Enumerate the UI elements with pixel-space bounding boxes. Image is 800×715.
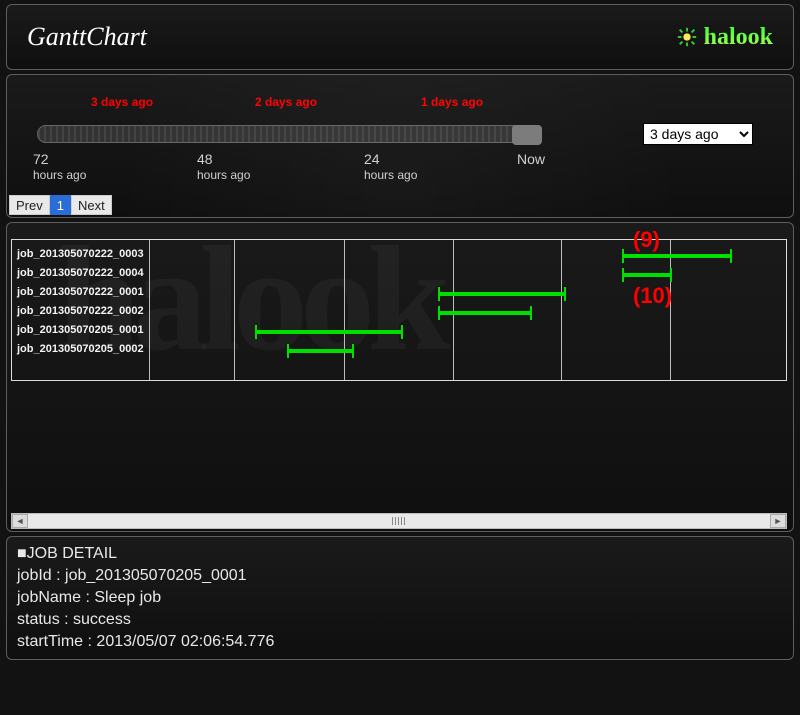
time-slider-track[interactable]: [37, 125, 541, 143]
gantt-bar[interactable]: [287, 349, 354, 353]
time-range-panel: 3 days ago 2 days ago 1 days ago 3 days …: [6, 74, 794, 218]
horizontal-scrollbar[interactable]: ◄ ►: [11, 513, 787, 529]
job-detail-panel: ■JOB DETAIL jobId : job_201305070205_000…: [6, 536, 794, 660]
brand: halook: [676, 24, 773, 51]
pager: Prev 1 Next: [9, 195, 112, 215]
annotation-10: (10): [633, 283, 672, 309]
scroll-left-icon[interactable]: ◄: [12, 514, 28, 528]
detail-jobid: jobId : job_201305070205_0001: [17, 565, 783, 587]
job-label: job_201305070205_0001: [17, 321, 144, 340]
detail-heading: ■JOB DETAIL: [17, 543, 783, 565]
tick-72h: 72hours ago: [33, 151, 113, 182]
tick-48h: 48hours ago: [197, 151, 277, 182]
gantt-bar[interactable]: [622, 254, 732, 258]
gantt-bar[interactable]: [438, 311, 532, 315]
page-1[interactable]: 1: [50, 195, 71, 215]
range-label-2d: 2 days ago: [255, 95, 317, 109]
job-label: job_201305070222_0001: [17, 283, 144, 302]
prev-button[interactable]: Prev: [9, 195, 50, 215]
tick-now: Now: [517, 151, 597, 167]
time-slider-thumb[interactable]: [512, 125, 542, 145]
scroll-grip-icon[interactable]: [392, 517, 406, 525]
halook-logo-icon: [676, 26, 698, 48]
gantt-bar[interactable]: [622, 273, 672, 277]
job-label: job_201305070205_0002: [17, 340, 144, 359]
tick-24h: 24hours ago: [364, 151, 444, 182]
app-header: GanttChart halook: [6, 4, 794, 70]
range-label-1d: 1 days ago: [421, 95, 483, 109]
job-label: job_201305070222_0002: [17, 302, 144, 321]
range-dropdown[interactable]: 3 days ago: [643, 123, 753, 145]
annotation-9: (9): [633, 227, 660, 253]
job-labels: job_201305070222_0003 job_201305070222_0…: [17, 245, 144, 359]
detail-status: status : success: [17, 609, 783, 631]
next-button[interactable]: Next: [71, 195, 112, 215]
brand-name: halook: [704, 24, 773, 51]
gantt-panel: halook job_201305070222_0003 job_2013050…: [6, 222, 794, 532]
job-label: job_201305070222_0003: [17, 245, 144, 264]
detail-start: startTime : 2013/05/07 02:06:54.776: [17, 631, 783, 653]
job-label: job_201305070222_0004: [17, 264, 144, 283]
detail-jobname: jobName : Sleep job: [17, 587, 783, 609]
scroll-right-icon[interactable]: ►: [770, 514, 786, 528]
gantt-bar[interactable]: [438, 292, 566, 296]
gantt-bar[interactable]: [255, 330, 403, 334]
page-title: GanttChart: [27, 22, 147, 52]
range-label-3d: 3 days ago: [91, 95, 153, 109]
